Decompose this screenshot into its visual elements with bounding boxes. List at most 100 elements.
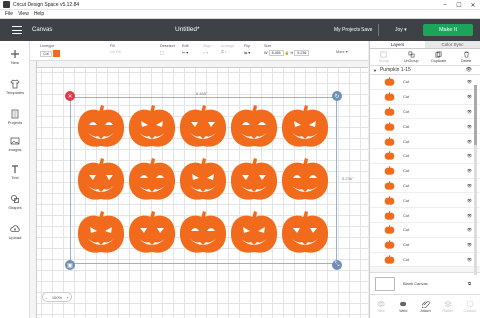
flip-button[interactable]: Flip ⇋ ▾ (244, 44, 250, 55)
layer-row[interactable]: Cut 👁 (370, 105, 480, 120)
layer-row[interactable]: Cut 👁 (370, 119, 480, 135)
sidebar-item-images[interactable]: Images (0, 136, 30, 152)
pumpkin-7[interactable] (128, 158, 176, 200)
layer-row[interactable]: Cut 👁 (370, 223, 480, 238)
pumpkin-3[interactable] (179, 105, 227, 147)
ungroup-button[interactable]: UnGroup (398, 49, 426, 65)
layers-scrollbar[interactable] (474, 85, 477, 275)
tab-color-sync[interactable]: Color Sync (425, 41, 480, 48)
visibility-eye-icon[interactable]: 👁 (467, 242, 472, 247)
pumpkin-10[interactable] (281, 158, 329, 200)
pumpkin-11[interactable] (77, 211, 125, 253)
resize-handle[interactable]: ⤡ (332, 260, 342, 270)
visibility-eye-icon[interactable]: 👁 (467, 109, 472, 114)
visibility-eye-icon[interactable]: 👁 (467, 153, 472, 158)
linetype-select[interactable]: Cut (40, 50, 52, 57)
more-button[interactable]: More ▾ (336, 49, 348, 54)
collapse-arrow-icon[interactable]: ▼ (373, 68, 377, 73)
visibility-eye-icon[interactable]: 👁 (467, 257, 472, 262)
pumpkin-13[interactable] (179, 211, 227, 253)
sidebar-item-upload[interactable]: Upload (0, 224, 30, 240)
hamburger-menu-icon[interactable] (12, 26, 22, 34)
layer-row[interactable]: Cut 👁 (370, 164, 480, 179)
minimize-button[interactable]: – (438, 0, 452, 10)
layer-row[interactable]: Cut 👁 (370, 149, 480, 164)
weld-button[interactable]: Weld (392, 295, 414, 318)
user-menu[interactable]: Joy ▾ (395, 27, 407, 33)
scrollbar-thumb[interactable] (474, 85, 477, 145)
sidebar-item-projects[interactable]: Projects (0, 109, 30, 125)
visibility-eye-icon[interactable]: 👁 (467, 94, 472, 99)
arrange-button[interactable]: Arrange ⧉ ▾ (221, 44, 235, 54)
pumpkin-15[interactable] (281, 211, 329, 253)
menu-file[interactable]: File (5, 11, 13, 17)
fill-control[interactable]: Fill No Fill (110, 44, 121, 54)
layer-row[interactable]: Cut 👁 (370, 193, 480, 209)
delete-button[interactable]: Delete (453, 49, 480, 65)
sidebar-item-new[interactable]: New (0, 49, 30, 65)
lock-icon[interactable]: 🔒 (285, 51, 290, 55)
height-input[interactable]: 5.236 (294, 50, 310, 56)
canvas-settings-icon[interactable]: ⧉ (468, 281, 471, 286)
zoom-out-button[interactable]: – (45, 295, 47, 300)
layer-row[interactable]: Cut 👁 (370, 253, 480, 268)
pumpkin-12[interactable] (128, 211, 176, 253)
menu-help[interactable]: Help (34, 11, 44, 17)
visibility-eye-icon[interactable]: 👁 (466, 67, 472, 73)
width-input[interactable]: 8.465 (268, 50, 284, 56)
pumpkin-2[interactable] (128, 105, 176, 147)
tab-layers[interactable]: Layers (370, 41, 425, 48)
visibility-eye-icon[interactable]: 👁 (467, 198, 472, 203)
flatten-button[interactable]: Flatten (437, 295, 459, 318)
visibility-eye-icon[interactable]: 👁 (467, 183, 472, 188)
layer-row[interactable]: Cut 👁 (370, 134, 480, 149)
rotate-handle[interactable]: ↻ (332, 91, 342, 101)
sidebar-item-label: Shapes (8, 205, 22, 210)
visibility-eye-icon[interactable]: 👁 (467, 139, 472, 144)
pumpkin-9[interactable] (230, 158, 278, 200)
deselect-button[interactable]: Deselect ⬚ (160, 44, 175, 55)
maximize-button[interactable]: ☐ (452, 0, 466, 10)
pumpkin-5[interactable] (281, 105, 329, 147)
edit-button[interactable]: Edit ✂ ▾ (182, 44, 189, 55)
pumpkin-14[interactable] (230, 211, 278, 253)
fill-color-swatch[interactable] (52, 50, 60, 57)
fill-select[interactable]: No Fill (110, 50, 121, 54)
visibility-eye-icon[interactable]: 👁 (467, 124, 472, 129)
zoom-in-button[interactable]: + (66, 295, 68, 300)
layer-group-header[interactable]: ▼ Pumpkin 1-15 👁 (370, 66, 480, 75)
layer-row[interactable]: Cut 👁 (370, 208, 480, 223)
layer-row[interactable]: Cut 👁 (370, 179, 480, 194)
layer-row[interactable]: Cut 👁 (370, 90, 480, 105)
pumpkin-thumbnail-icon (384, 195, 395, 205)
close-window-button[interactable]: ✕ (466, 0, 480, 10)
sidebar-item-text[interactable]: Text (0, 164, 30, 180)
lock-handle[interactable]: ▣ (65, 260, 75, 270)
pumpkin-grid[interactable] (76, 103, 331, 258)
visibility-eye-icon[interactable]: 👁 (467, 79, 472, 84)
delete-handle[interactable]: ✕ (65, 91, 75, 101)
sidebar-item-templates[interactable]: Templates (0, 79, 30, 95)
make-it-button[interactable]: Make It (423, 24, 473, 36)
duplicate-button[interactable]: Duplicate (425, 49, 453, 65)
slice-button[interactable]: Slice (370, 295, 392, 318)
save-button[interactable]: Save (361, 27, 372, 33)
menu-view[interactable]: View (18, 11, 29, 17)
visibility-eye-icon[interactable]: 👁 (467, 168, 472, 173)
linetype-control[interactable]: Linetype Cut (40, 44, 60, 57)
my-projects-link[interactable]: My Projects (334, 27, 360, 33)
layer-row[interactable]: Cut 👁 (370, 75, 480, 90)
group-button[interactable]: Group (370, 49, 398, 65)
sidebar-item-shapes[interactable]: Shapes (0, 194, 30, 210)
visibility-eye-icon[interactable]: 👁 (467, 227, 472, 232)
visibility-eye-icon[interactable]: 👁 (467, 213, 472, 218)
pumpkin-1[interactable] (77, 105, 125, 147)
pumpkin-6[interactable] (77, 158, 125, 200)
attach-button[interactable]: Attach (414, 295, 436, 318)
align-button[interactable]: Align ≡ ▾ (203, 44, 211, 55)
pumpkin-4[interactable] (230, 105, 278, 147)
contour-button[interactable]: Contour (459, 295, 480, 318)
layer-row[interactable]: Cut 👁 (370, 238, 480, 253)
blank-canvas-row[interactable]: Blank Canvas ⧉ (370, 272, 480, 294)
pumpkin-8[interactable] (179, 158, 227, 200)
